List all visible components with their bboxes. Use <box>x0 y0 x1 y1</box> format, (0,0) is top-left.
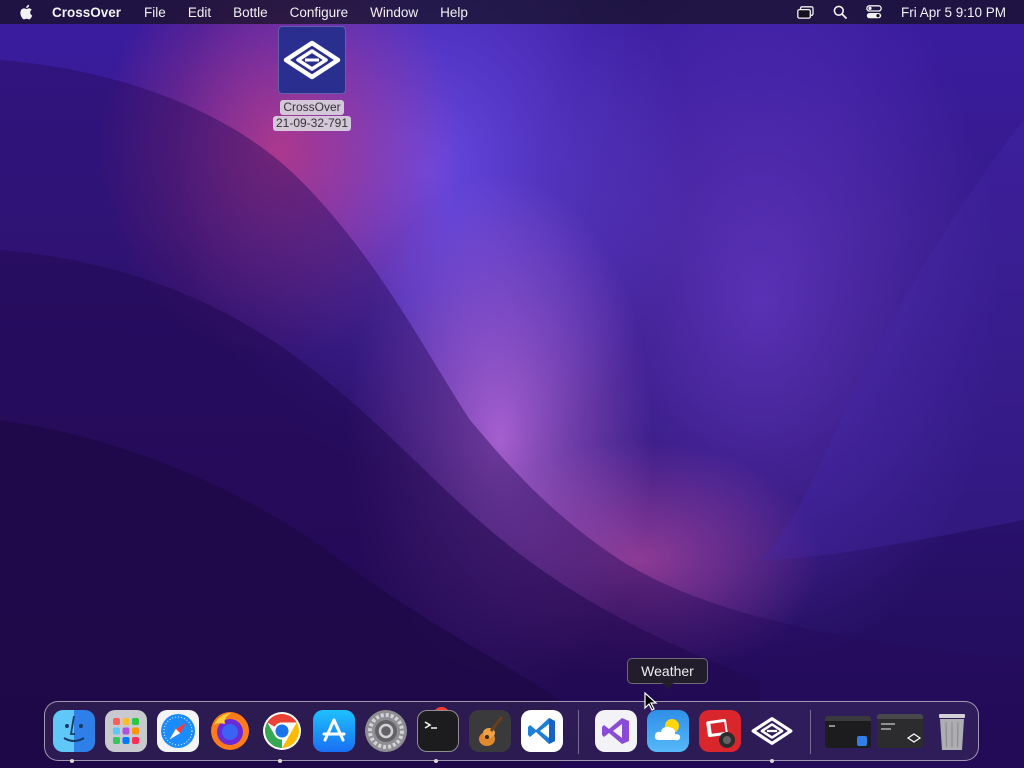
crossover-logo-icon <box>278 26 346 94</box>
finder-running-dot <box>70 759 74 763</box>
desktop-file-label-line2: 21-09-32-791 <box>272 116 352 131</box>
visual-studio-icon[interactable] <box>595 710 637 752</box>
firefox-icon[interactable] <box>209 710 251 752</box>
minimized-finder-window-icon[interactable] <box>825 716 871 748</box>
trash-icon[interactable] <box>931 710 973 752</box>
menu-edit[interactable]: Edit <box>188 5 211 20</box>
menu-window[interactable]: Window <box>370 5 418 20</box>
dock-separator <box>578 710 579 754</box>
desktop-file-label: CrossOver 21-09-32-791 <box>266 99 358 131</box>
search-icon[interactable] <box>831 4 849 20</box>
dock-separator-right <box>810 710 811 754</box>
system-settings-icon[interactable] <box>365 710 407 752</box>
dock-tooltip-text: Weather <box>641 663 694 679</box>
finder-icon[interactable] <box>53 710 95 752</box>
desktop-file-crossover[interactable]: CrossOver 21-09-32-791 <box>266 24 358 131</box>
desktop-file-label-line1: CrossOver <box>280 100 344 115</box>
chrome-running-dot <box>278 759 282 763</box>
photo-booth-icon[interactable] <box>699 710 741 752</box>
screen-mirroring-icon[interactable] <box>797 4 815 20</box>
menu-app-crossover[interactable]: CrossOver <box>52 5 121 20</box>
desktop-wallpaper <box>0 0 1024 768</box>
menu-bar-clock[interactable]: Fri Apr 5 9:10 PM <box>901 5 1006 20</box>
menu-file[interactable]: File <box>144 5 166 20</box>
terminal-icon[interactable] <box>417 710 459 752</box>
terminal-running-dot <box>434 759 438 763</box>
minimized-crossover-window-icon[interactable] <box>877 714 923 748</box>
chrome-icon[interactable] <box>261 710 303 752</box>
dock-tooltip: Weather <box>627 658 708 689</box>
app-store-icon[interactable] <box>313 710 355 752</box>
menu-help[interactable]: Help <box>440 5 468 20</box>
control-center-icon[interactable] <box>865 4 883 20</box>
vscode-icon[interactable] <box>521 710 563 752</box>
crossover-running-dot <box>770 759 774 763</box>
dock: 2 <box>44 701 979 763</box>
garageband-icon[interactable] <box>469 710 511 752</box>
safari-icon[interactable] <box>157 710 199 752</box>
menu-bar: CrossOver File Edit Bottle Configure Win… <box>0 0 1024 24</box>
launchpad-icon[interactable] <box>105 710 147 752</box>
menu-bottle[interactable]: Bottle <box>233 5 268 20</box>
menu-bar-status-area: Fri Apr 5 9:10 PM <box>781 0 1006 24</box>
menu-configure[interactable]: Configure <box>290 5 349 20</box>
apple-menu-icon[interactable] <box>19 4 33 20</box>
weather-icon[interactable] <box>647 710 689 752</box>
crossover-icon[interactable] <box>751 710 793 752</box>
mouse-cursor-icon <box>644 692 658 711</box>
tooltip-arrow <box>662 683 674 689</box>
